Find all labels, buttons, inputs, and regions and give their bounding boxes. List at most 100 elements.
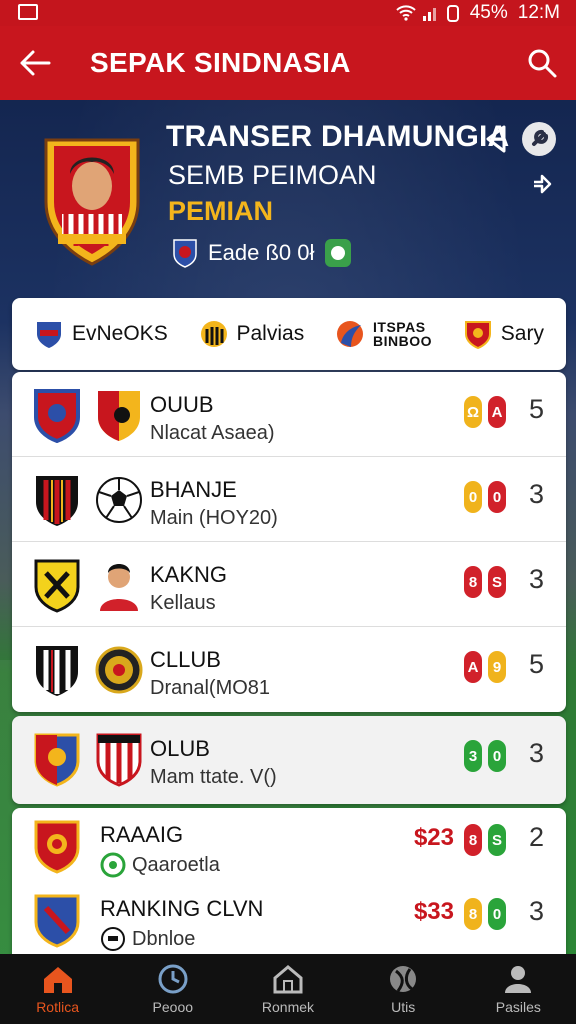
search-icon[interactable] — [526, 47, 558, 79]
nav-utis[interactable]: Utis — [358, 963, 448, 1015]
stat-badge: S — [488, 566, 506, 598]
green-circle-icon — [100, 852, 126, 878]
tab-ratings[interactable]: ITSPAS BINBOO — [335, 319, 432, 349]
nav-label: Utis — [391, 999, 415, 1015]
tab-salary[interactable]: Sary — [463, 319, 544, 349]
club-crest-icon — [32, 642, 82, 698]
club-desc: Qaaroetla — [100, 852, 220, 878]
club-name: OUUB — [150, 392, 214, 418]
club-crest-icon — [32, 892, 82, 948]
home-icon — [41, 963, 75, 995]
nav-label: Rotlica — [36, 999, 79, 1015]
club-name: RANKING CLVN — [100, 896, 263, 922]
stat-badge: 9 — [488, 651, 506, 683]
club-desc: Mam ttate. V() — [150, 766, 277, 789]
club-desc: Kellaus — [150, 592, 216, 615]
stat-badge: 0 — [488, 898, 506, 930]
stat-badge: 8 — [464, 566, 482, 598]
tab-label-stack: ITSPAS BINBOO — [373, 320, 432, 348]
stat-badge: 8 — [464, 898, 482, 930]
club-count: 3 — [529, 479, 544, 510]
stat-badges: 0 0 — [464, 481, 506, 513]
stat-badges: A 9 — [464, 651, 506, 683]
club-desc-text: Qaaroetla — [132, 854, 220, 877]
hero-section: TRANSER DHAMUNGIA SEMB PEIMOAN PEMIAN Ea… — [0, 100, 576, 300]
bottom-nav: Rotlica Peooo Ronmek Utis Pasiles — [0, 954, 576, 1024]
list-item[interactable]: KAKNG Kellaus 8 S 3 — [12, 542, 566, 627]
nav-label: Peooo — [153, 999, 193, 1015]
category-tabs: EvNeOKS Palvias ITSPAS BINBOO Sary — [12, 298, 566, 370]
club-money: $33 — [414, 898, 454, 926]
club-count: 3 — [529, 896, 544, 927]
whistle-icon — [100, 926, 126, 952]
club-count: 2 — [529, 822, 544, 853]
wifi-icon — [396, 5, 416, 21]
profile-icon — [501, 963, 535, 995]
club-name: RAAAIG — [100, 822, 183, 848]
club-name: KAKNG — [150, 562, 227, 588]
clock-icon — [156, 963, 190, 995]
back-arrow-icon[interactable] — [18, 49, 52, 77]
tab-events[interactable]: EvNeOKS — [34, 319, 168, 349]
club-crest-icon — [32, 472, 82, 528]
sports-icon — [386, 963, 420, 995]
club-crest-icon — [32, 818, 82, 874]
club-shield-icon — [172, 238, 198, 268]
list-item[interactable]: OUUB Nlacat Asaea) Ω A 5 — [12, 372, 566, 457]
nav-home[interactable]: Rotlica — [13, 963, 103, 1015]
list-item[interactable]: RAAAIG Qaaroetla $23 8 S 2 — [12, 808, 566, 882]
stat-badge: 0 — [488, 481, 506, 513]
player-avatar-icon — [94, 557, 144, 613]
tab-label: Palvias — [237, 322, 305, 346]
club-name: BHANJE — [150, 477, 237, 503]
tab-label-bottom: BINBOO — [373, 333, 432, 349]
settings-circle-button[interactable] — [522, 122, 556, 156]
green-badge-icon — [324, 238, 352, 268]
status-bar: 45% 12:M — [0, 0, 576, 26]
stat-badges: 8 S — [464, 566, 506, 598]
nav-label: Pasiles — [496, 999, 541, 1015]
app-bar: SEPAK SINDNASIA — [0, 26, 576, 100]
nav-market[interactable]: Ronmek — [243, 963, 333, 1015]
nav-clock[interactable]: Peooo — [128, 963, 218, 1015]
tab-label: Sary — [501, 322, 544, 346]
list-item[interactable]: CLLUB Dranal(MO81 A 9 5 — [12, 627, 566, 712]
house-outline-icon — [271, 963, 305, 995]
nav-profile[interactable]: Pasiles — [473, 963, 563, 1015]
stat-badges: Ω A — [464, 396, 506, 428]
list-item[interactable]: RANKING CLVN Dbnloe $33 8 0 3 — [12, 882, 566, 956]
list-item[interactable]: OLUB Mam ttate. V() 3 0 3 — [12, 716, 566, 804]
club-shield-icon — [94, 387, 144, 443]
stat-badge: 8 — [464, 824, 482, 856]
club-desc-text: Dbnloe — [132, 928, 195, 951]
stat-badges: 8 S — [464, 824, 506, 856]
club-money: $23 — [414, 824, 454, 852]
stat-badges: 8 0 — [464, 898, 506, 930]
app-title: SEPAK SINDNASIA — [90, 47, 351, 79]
list-item[interactable]: BHANJE Main (HOY20) 0 0 3 — [12, 457, 566, 542]
club-count: 5 — [529, 394, 544, 425]
club-name: CLLUB — [150, 647, 221, 673]
club-name: OLUB — [150, 736, 210, 762]
club-count: 5 — [529, 649, 544, 680]
stat-badge: A — [464, 651, 482, 683]
club-crest-icon — [32, 387, 82, 443]
hero-title: TRANSER DHAMUNGIA — [166, 120, 509, 154]
stat-badge: A — [488, 396, 506, 428]
notification-icon — [18, 4, 38, 20]
club-desc: Dranal(MO81 — [150, 677, 270, 700]
hero-meta: Eade ß0 0ł — [172, 238, 352, 268]
highlight-card: OLUB Mam ttate. V() 3 0 3 — [12, 716, 566, 804]
share-icon[interactable] — [530, 172, 554, 196]
stat-badge: 3 — [464, 740, 482, 772]
club-desc: Dbnloe — [100, 926, 195, 952]
left-play-icon[interactable] — [482, 124, 510, 154]
tab-players[interactable]: Palvias — [199, 319, 305, 349]
red-shield-logo-icon — [463, 319, 493, 349]
signal-icon — [422, 5, 440, 21]
soccer-ball-icon — [94, 472, 144, 528]
stat-badge: Ω — [464, 396, 482, 428]
player-crest — [40, 130, 144, 266]
battery-percent: 45% — [470, 2, 508, 24]
club-shield-icon — [94, 731, 144, 787]
